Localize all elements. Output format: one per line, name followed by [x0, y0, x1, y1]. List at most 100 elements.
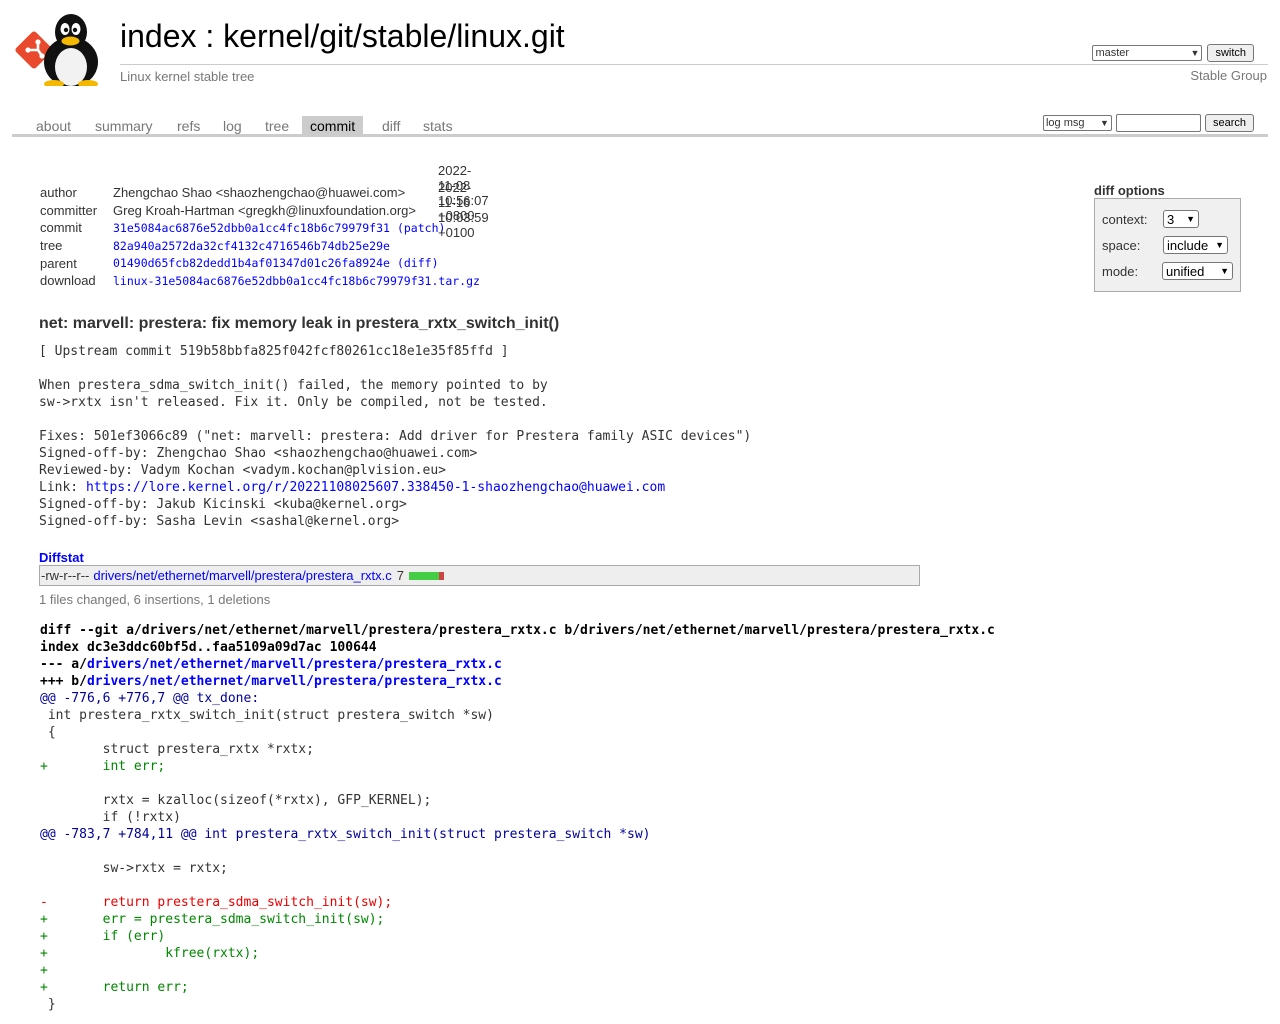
- context-option: context: 3 ▼: [1102, 209, 1233, 229]
- diff-line-add: + return err;: [40, 980, 189, 995]
- tab-tree[interactable]: tree: [257, 116, 297, 134]
- cgit-logo[interactable]: [14, 12, 110, 88]
- diff-index-line: index dc3e3ddc60bf5d..faa5109a09d7ac 100…: [40, 640, 377, 655]
- parent-diff-link[interactable]: (diff): [397, 256, 439, 270]
- diff-plus-file-link[interactable]: drivers/net/ethernet/marvell/prestera/pr…: [87, 674, 502, 689]
- reviewed-by-line: Reviewed-by: Vadym Kochan <vadym.kochan@…: [39, 463, 446, 478]
- tree-label: tree: [40, 238, 63, 254]
- branch-select[interactable]: master ▼: [1092, 45, 1203, 61]
- diff-line-del: - return prestera_sdma_switch_init(sw);: [40, 895, 393, 910]
- message-body-line: sw->rxtx isn't released. Fix it. Only be…: [39, 395, 548, 410]
- committer-date: 2022-11-16 10:03:59 +0100: [438, 180, 489, 241]
- tree-hash-link[interactable]: 82a940a2572da32cf4132c4716546b74db25e29e: [113, 239, 390, 253]
- search-form: log msg ▼ search: [1042, 114, 1254, 132]
- diff-line-ctx: {: [40, 725, 56, 740]
- diffstat-count: 7: [396, 568, 404, 583]
- context-value: 3: [1167, 211, 1175, 227]
- mode-option: mode: unified ▼: [1102, 261, 1233, 281]
- diffstat-summary: 1 files changed, 6 insertions, 1 deletio…: [39, 592, 271, 607]
- diff-lines: @@ -776,6 +776,7 @@ tx_done: int prester…: [40, 690, 995, 1013]
- diff-line-ctx: int prestera_rxtx_switch_init(struct pre…: [40, 708, 494, 723]
- tab-log[interactable]: log: [215, 116, 250, 134]
- diff-line-ctx: [40, 843, 995, 860]
- diff-line-ctx: rxtx = kzalloc(sizeof(*rxtx), GFP_KERNEL…: [40, 793, 432, 808]
- chevron-down-icon: ▼: [1220, 266, 1229, 276]
- space-label: space:: [1102, 237, 1141, 253]
- diff-line-add: + int err;: [40, 759, 166, 774]
- context-select[interactable]: 3 ▼: [1163, 210, 1199, 228]
- space-option: space: include ▼: [1102, 235, 1233, 255]
- committer-value: Greg Kroah-Hartman <gregkh@linuxfoundati…: [113, 202, 416, 218]
- space-value: include: [1167, 237, 1209, 253]
- page-title: index : kernel/git/stable/linux.git: [120, 18, 565, 54]
- mode-select[interactable]: unified ▼: [1162, 262, 1233, 280]
- committer-label: committer: [40, 202, 98, 218]
- diff-line-add: + if (err): [40, 929, 166, 944]
- tab-stats[interactable]: stats: [415, 116, 461, 134]
- tab-summary[interactable]: summary: [87, 116, 161, 134]
- space-select[interactable]: include ▼: [1163, 236, 1228, 254]
- author-label: author: [40, 185, 77, 201]
- message-body-line: When prestera_sdma_switch_init() failed,…: [39, 378, 548, 393]
- parent-hash-link[interactable]: 01490d65fcb82dedd1b4af01347d01c26fa8924e: [113, 256, 390, 270]
- diff-line-ctx: }: [40, 997, 56, 1012]
- branch-switch-form: master ▼ switch: [1092, 44, 1254, 62]
- search-type-select[interactable]: log msg ▼: [1042, 115, 1112, 131]
- commit-message: [ Upstream commit 519b58bbfa825f042fcf80…: [39, 343, 751, 530]
- file-mode: -rw-r--r--: [41, 568, 90, 583]
- commit-row: commit 31e5084ac6876e52dbb0a1cc4fc18b6c7…: [40, 219, 480, 237]
- repo-description: Linux kernel stable tree: [120, 69, 255, 84]
- diff-view: diff --git a/drivers/net/ethernet/marvel…: [40, 622, 995, 1013]
- switch-button[interactable]: switch: [1207, 44, 1254, 62]
- mode-label: mode:: [1102, 263, 1139, 279]
- download-label: download: [40, 273, 96, 289]
- diff-minus-file-link[interactable]: drivers/net/ethernet/marvell/prestera/pr…: [87, 657, 502, 672]
- author-value: Zhengchao Shao <shaozhengchao@huawei.com…: [113, 185, 406, 201]
- author-row: author Zhengchao Shao <shaozhengchao@hua…: [40, 163, 489, 223]
- diffstat-table: -rw-r--r-- drivers/net/ethernet/marvell/…: [39, 565, 920, 586]
- lore-link[interactable]: https://lore.kernel.org/r/20221108025607…: [86, 480, 665, 495]
- diff-line-ctx: [40, 775, 995, 792]
- search-input[interactable]: [1115, 114, 1201, 132]
- context-label: context:: [1102, 211, 1148, 227]
- committer-row: committer Greg Kroah-Hartman <gregkh@lin…: [40, 180, 489, 240]
- diff-options-box: context: 3 ▼ space: include ▼ mode: unif…: [1094, 198, 1241, 292]
- download-row: download linux-31e5084ac6876e52dbb0a1cc4…: [40, 272, 480, 290]
- tab-commit[interactable]: commit: [302, 116, 364, 134]
- diff-minus-prefix: --- a/: [40, 657, 87, 672]
- diff-line-ctx: if (!rxtx): [40, 810, 181, 825]
- chevron-down-icon: ▼: [1190, 48, 1200, 58]
- link-line: Link: https://lore.kernel.org/r/20221108…: [39, 479, 751, 496]
- commit-info-table: author Zhengchao Shao <shaozhengchao@hua…: [40, 163, 489, 290]
- diffstat-insertions-bar: [409, 571, 439, 580]
- diffstat-bar: [409, 571, 444, 580]
- fixes-line: Fixes: 501ef3066c89 ("net: marvell: pres…: [39, 429, 752, 444]
- diff-git-line: diff --git a/drivers/net/ethernet/marvel…: [40, 623, 995, 638]
- diff-plus-prefix: +++ b/: [40, 674, 87, 689]
- commit-subject: net: marvell: prestera: fix memory leak …: [39, 315, 560, 332]
- commit-hash-link[interactable]: 31e5084ac6876e52dbb0a1cc4fc18b6c79979f31: [113, 221, 390, 235]
- diff-line-add: + kfree(rxtx);: [40, 946, 260, 961]
- upstream-line: [ Upstream commit 519b58bbfa825f042fcf80…: [39, 344, 509, 359]
- owner-group: Stable Group: [1190, 68, 1267, 83]
- diff-line-add: +: [40, 963, 48, 978]
- signed-off-line: Signed-off-by: Sasha Levin <sashal@kerne…: [39, 514, 400, 529]
- diff-line-hunk: @@ -776,6 +776,7 @@ tx_done:: [40, 691, 260, 706]
- tab-diff[interactable]: diff: [374, 116, 408, 134]
- download-link[interactable]: linux-31e5084ac6876e52dbb0a1cc4fc18b6c79…: [113, 274, 480, 288]
- diff-plus-file-line: +++ b/drivers/net/ethernet/marvell/prest…: [40, 673, 995, 690]
- commit-label: commit: [40, 220, 82, 236]
- chevron-down-icon: ▼: [1186, 214, 1195, 224]
- tab-refs[interactable]: refs: [169, 116, 208, 134]
- chevron-down-icon: ▼: [1215, 240, 1224, 250]
- diff-line-ctx: sw->rxtx = rxtx;: [40, 861, 228, 876]
- tab-about[interactable]: about: [28, 116, 79, 134]
- diffstat-file-link[interactable]: drivers/net/ethernet/marvell/prestera/pr…: [93, 568, 391, 583]
- mode-value: unified: [1166, 263, 1205, 279]
- chevron-down-icon: ▼: [1100, 118, 1109, 128]
- search-button[interactable]: search: [1204, 114, 1254, 132]
- diffstat-header-link[interactable]: Diffstat: [39, 550, 84, 565]
- signed-off-line: Signed-off-by: Zhengchao Shao <shaozheng…: [39, 446, 478, 461]
- git-tux-logo-icon: [15, 14, 98, 88]
- link-label: Link:: [39, 480, 86, 495]
